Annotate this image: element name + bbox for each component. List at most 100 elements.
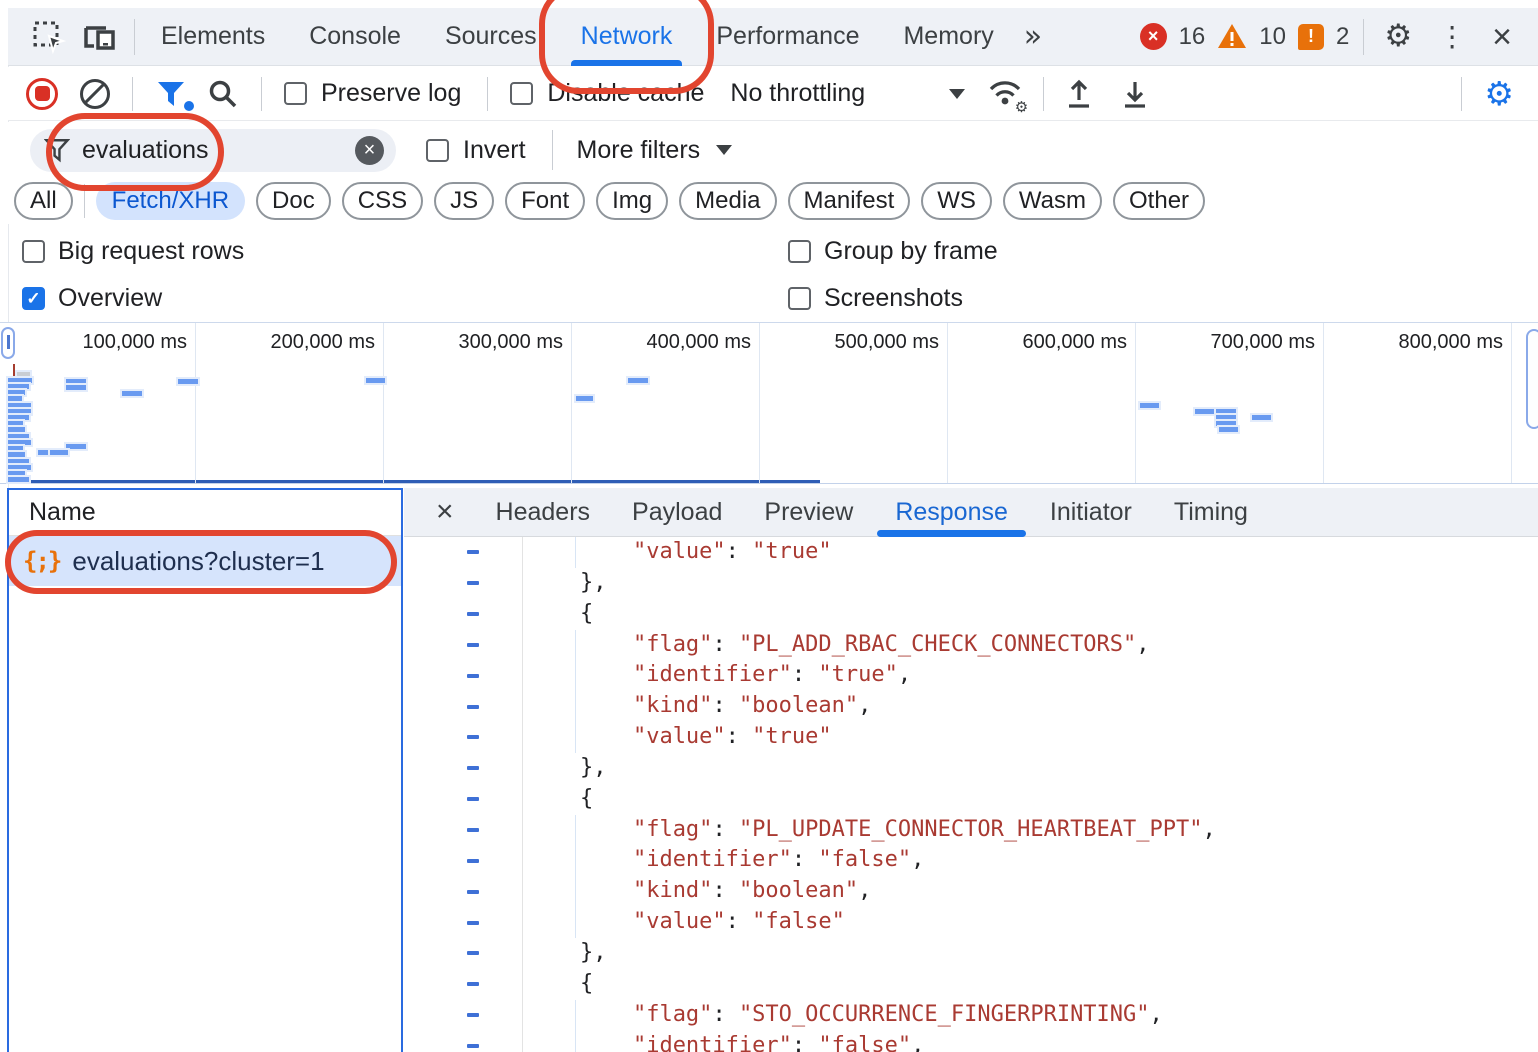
more-filters-dropdown[interactable]: More filters xyxy=(577,136,733,165)
tab-performance[interactable]: Performance xyxy=(716,8,859,66)
filter-chip-all[interactable]: All xyxy=(14,182,73,220)
filter-chip-wasm[interactable]: Wasm xyxy=(1003,182,1102,220)
fold-marker[interactable] xyxy=(404,938,523,969)
tab-network[interactable]: Network xyxy=(581,8,673,66)
tab-initiator[interactable]: Initiator xyxy=(1050,488,1132,537)
filter-chip-ws[interactable]: WS xyxy=(921,182,992,220)
fold-marker[interactable] xyxy=(404,1031,523,1052)
tab-sources[interactable]: Sources xyxy=(445,8,537,66)
fold-marker[interactable] xyxy=(404,599,523,630)
inspect-element-icon[interactable] xyxy=(32,20,66,54)
tab-elements[interactable]: Elements xyxy=(161,8,265,66)
main-tabs: Elements Console Sources Network Perform… xyxy=(161,8,994,66)
fold-marker[interactable] xyxy=(404,722,523,753)
issues-icon[interactable]: ! xyxy=(1298,24,1324,50)
big-request-rows-checkbox[interactable] xyxy=(22,240,45,263)
fold-marker[interactable] xyxy=(404,691,523,722)
fold-marker[interactable] xyxy=(404,876,523,907)
tab-memory[interactable]: Memory xyxy=(903,8,993,66)
fold-marker[interactable] xyxy=(404,784,523,815)
filter-chip-js[interactable]: JS xyxy=(434,182,494,220)
overview-timeline[interactable]: 100,000 ms200,000 ms300,000 ms400,000 ms… xyxy=(0,322,1538,484)
clear-filter-icon[interactable]: × xyxy=(355,136,384,165)
group-by-frame-checkbox[interactable] xyxy=(788,240,811,263)
filter-chip-img[interactable]: Img xyxy=(596,182,668,220)
record-network-log-button[interactable] xyxy=(26,78,58,110)
fold-marker[interactable] xyxy=(404,845,523,876)
settings-gear-icon[interactable]: ⚙ xyxy=(1384,21,1412,52)
overview-checkbox[interactable]: ✓ xyxy=(22,287,45,310)
filter-chip-manifest[interactable]: Manifest xyxy=(788,182,911,220)
issues-count[interactable]: 2 xyxy=(1336,23,1349,51)
filter-chip-font[interactable]: Font xyxy=(505,182,585,220)
timeline-gridline xyxy=(1511,323,1512,483)
device-toolbar-icon[interactable] xyxy=(82,20,118,54)
timeline-right-handle[interactable] xyxy=(1526,329,1538,429)
name-column-header[interactable]: Name xyxy=(9,490,401,536)
tab-preview[interactable]: Preview xyxy=(764,488,853,537)
fold-marker[interactable] xyxy=(404,568,523,599)
overview-option[interactable]: ✓ Overview xyxy=(22,284,162,313)
filter-chip-doc[interactable]: Doc xyxy=(256,182,331,220)
code-line: "value": "false" xyxy=(404,907,1538,938)
warning-count[interactable]: 10 xyxy=(1259,23,1286,51)
close-devtools-icon[interactable]: × xyxy=(1492,20,1512,54)
network-settings-gear-icon[interactable]: ⚙ xyxy=(1484,77,1514,110)
big-request-rows-option[interactable]: Big request rows xyxy=(22,237,244,266)
fold-marker[interactable] xyxy=(404,815,523,846)
code-line: "identifier": "false", xyxy=(404,1031,1538,1052)
fold-marker[interactable] xyxy=(404,907,523,938)
request-row-selected[interactable]: {;} evaluations?cluster=1 xyxy=(9,536,401,586)
network-toolbar: Preserve log Disable cache No throttling… xyxy=(8,67,1538,121)
tab-timing[interactable]: Timing xyxy=(1174,488,1248,537)
error-count-icon[interactable]: × xyxy=(1140,23,1167,50)
filter-chip-media[interactable]: Media xyxy=(679,182,776,220)
fold-marker[interactable] xyxy=(404,1000,523,1031)
timeline-left-handle[interactable] xyxy=(1,327,15,359)
screenshots-option[interactable]: Screenshots xyxy=(788,284,963,313)
error-count[interactable]: 16 xyxy=(1179,23,1206,51)
fold-marker[interactable] xyxy=(404,537,523,568)
export-har-icon[interactable] xyxy=(1120,78,1150,110)
close-detail-icon[interactable]: × xyxy=(436,497,454,527)
timeline-request-bar xyxy=(17,372,30,377)
code-line: "identifier": "false", xyxy=(404,845,1538,876)
group-by-frame-option[interactable]: Group by frame xyxy=(788,237,998,266)
filter-input[interactable]: evaluations × xyxy=(30,129,396,172)
tab-response[interactable]: Response xyxy=(895,488,1008,537)
clear-network-log-icon[interactable] xyxy=(80,79,110,109)
filter-chip-css[interactable]: CSS xyxy=(342,182,423,220)
disable-cache-checkbox[interactable] xyxy=(510,82,533,105)
import-har-icon[interactable] xyxy=(1064,78,1094,110)
fold-marker[interactable] xyxy=(404,630,523,661)
throttling-dropdown[interactable]: No throttling xyxy=(730,79,965,108)
preserve-log-option[interactable]: Preserve log xyxy=(284,79,461,108)
filter-chip-other[interactable]: Other xyxy=(1113,182,1205,220)
timeline-load-line xyxy=(8,480,820,483)
response-code-view[interactable]: "value": "true"},{"flag": "PL_ADD_RBAC_C… xyxy=(404,537,1538,1052)
fold-marker[interactable] xyxy=(404,660,523,691)
filter-toggle-icon[interactable] xyxy=(155,79,187,109)
invert-checkbox[interactable] xyxy=(426,139,449,162)
kebab-menu-icon[interactable]: ⋮ xyxy=(1438,20,1466,53)
disable-cache-label: Disable cache xyxy=(547,79,704,108)
network-conditions-icon[interactable]: ⚙ xyxy=(987,78,1023,110)
preserve-log-checkbox[interactable] xyxy=(284,82,307,105)
filter-chip-fetchxhr[interactable]: Fetch/XHR xyxy=(96,182,245,220)
timeline-request-bar xyxy=(8,396,22,401)
more-tabs-icon[interactable]: » xyxy=(1024,19,1038,54)
fold-marker[interactable] xyxy=(404,753,523,784)
tab-payload[interactable]: Payload xyxy=(632,488,722,537)
timeline-request-bar xyxy=(8,471,25,476)
invert-option[interactable]: Invert xyxy=(426,136,526,165)
invert-label: Invert xyxy=(463,136,526,165)
warning-count-icon[interactable] xyxy=(1217,23,1247,50)
timeline-request-bar xyxy=(1195,409,1214,414)
tab-headers[interactable]: Headers xyxy=(496,488,591,537)
filter-input-value[interactable]: evaluations xyxy=(82,136,355,165)
search-icon[interactable] xyxy=(207,78,239,110)
disable-cache-option[interactable]: Disable cache xyxy=(510,79,704,108)
tab-console[interactable]: Console xyxy=(309,8,401,66)
screenshots-checkbox[interactable] xyxy=(788,287,811,310)
fold-marker[interactable] xyxy=(404,969,523,1000)
